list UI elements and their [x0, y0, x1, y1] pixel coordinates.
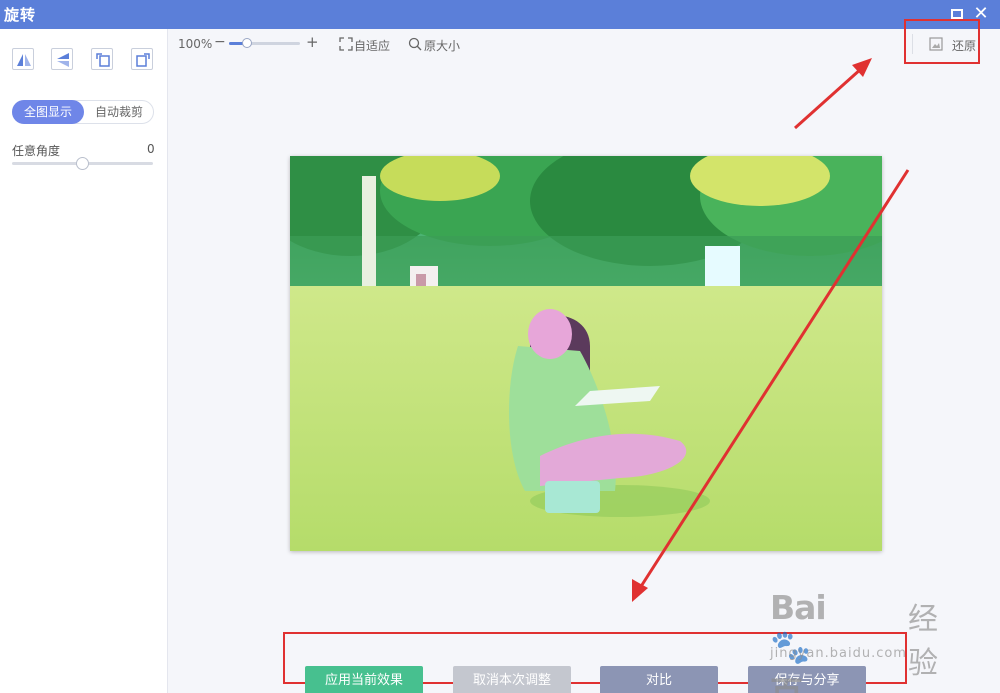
annotation-arrows — [632, 58, 910, 602]
watermark-logo: Bai🐾百 — [770, 588, 827, 693]
watermark-url: jingyan.baidu.com — [770, 646, 907, 661]
arrow-to-actions-head — [632, 579, 648, 602]
apply-effect-button[interactable]: 应用当前效果 — [305, 666, 423, 693]
cancel-adjust-button[interactable]: 取消本次调整 — [453, 666, 571, 693]
arrow-to-restore-line — [793, 66, 864, 130]
watermark-cn: 经验 — [908, 602, 938, 681]
arrow-to-actions-line — [638, 169, 910, 589]
compare-button[interactable]: 对比 — [600, 666, 718, 693]
